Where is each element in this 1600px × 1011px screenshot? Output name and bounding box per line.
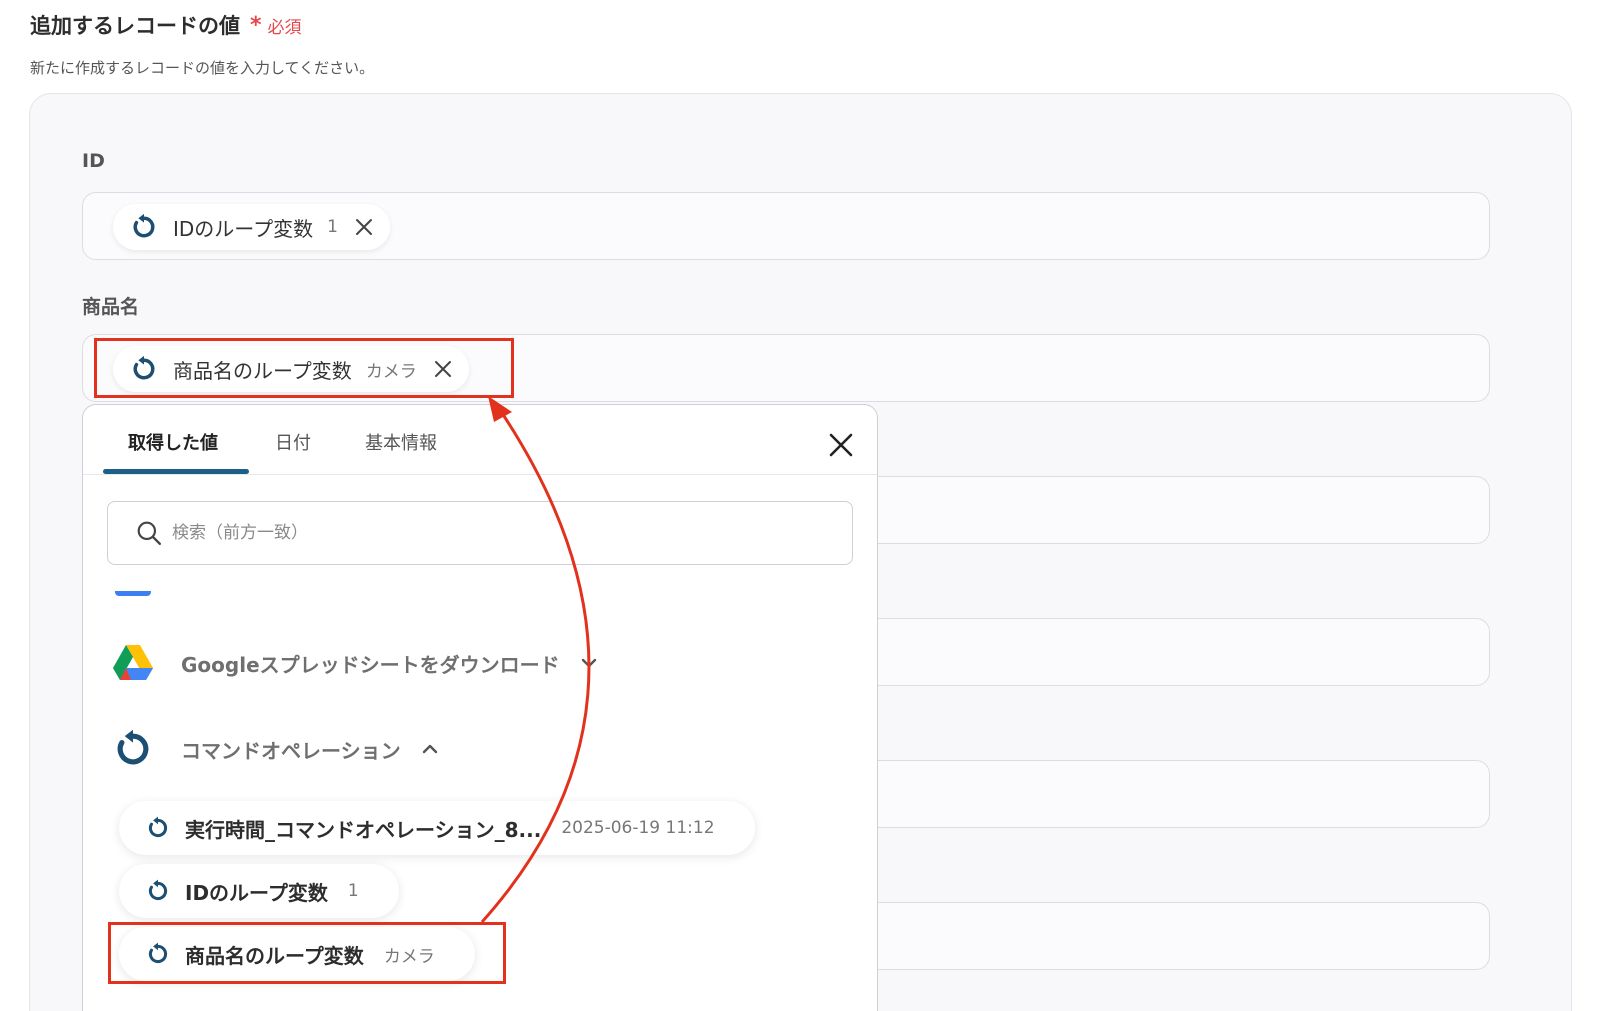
required-label: 必須 bbox=[267, 17, 302, 38]
value-picker-popup: 取得した値 日付 基本情報 Googleスプレッドシー bbox=[82, 404, 878, 1011]
google-drive-icon bbox=[111, 641, 155, 685]
search-icon bbox=[136, 520, 162, 546]
chip-value: 1 bbox=[327, 217, 338, 237]
search-input[interactable] bbox=[172, 523, 772, 543]
item-label: 実行時間_コマンドオペレーション_8... bbox=[185, 817, 542, 842]
loop-icon bbox=[129, 212, 159, 242]
tab-date[interactable]: 日付 bbox=[275, 429, 311, 455]
loop-icon bbox=[111, 727, 155, 771]
variable-chip-id[interactable]: IDのループ変数 1 bbox=[113, 204, 390, 250]
picker-tabs: 取得した値 日付 基本情報 bbox=[83, 405, 877, 475]
group-label: Googleスプレッドシートをダウンロード bbox=[181, 652, 560, 677]
list-item-execution-time[interactable]: 実行時間_コマンドオペレーション_8... 2025-06-19 11:12 bbox=[119, 801, 755, 855]
scrolled-item-edge bbox=[115, 591, 151, 596]
list-item-id-loop-variable[interactable]: IDのループ変数 1 bbox=[119, 864, 399, 918]
chevron-up-icon[interactable] bbox=[419, 738, 441, 760]
highlight-product-chip bbox=[94, 338, 514, 398]
section-title-text: 追加するレコードの値 bbox=[30, 14, 240, 38]
loop-icon bbox=[145, 878, 171, 904]
group-label: コマンドオペレーション bbox=[181, 738, 401, 763]
section-description: 新たに作成するレコードの値を入力してください。 bbox=[30, 59, 375, 77]
tab-acquired-values[interactable]: 取得した値 bbox=[128, 429, 218, 455]
remove-chip-icon[interactable] bbox=[354, 217, 374, 237]
chevron-down-icon[interactable] bbox=[578, 652, 600, 674]
item-label: IDのループ変数 bbox=[185, 880, 328, 905]
group-command-operation[interactable]: コマンドオペレーション bbox=[111, 727, 441, 771]
highlight-product-item bbox=[108, 922, 506, 984]
close-icon[interactable] bbox=[827, 431, 855, 459]
group-google-spreadsheet[interactable]: Googleスプレッドシートをダウンロード bbox=[111, 641, 600, 685]
field-label-id: ID bbox=[82, 150, 105, 172]
section-title: 追加するレコードの値 * 必須 bbox=[30, 10, 302, 40]
item-value: 2025-06-19 11:12 bbox=[561, 818, 715, 838]
active-tab-indicator bbox=[103, 469, 249, 474]
loop-icon bbox=[145, 815, 171, 841]
required-mark: * bbox=[250, 12, 262, 38]
chip-label: IDのループ変数 bbox=[173, 216, 314, 241]
field-label-product-name: 商品名 bbox=[82, 296, 140, 318]
item-value: 1 bbox=[347, 881, 359, 901]
search-box[interactable] bbox=[107, 501, 853, 565]
tab-basic-info[interactable]: 基本情報 bbox=[365, 429, 437, 455]
